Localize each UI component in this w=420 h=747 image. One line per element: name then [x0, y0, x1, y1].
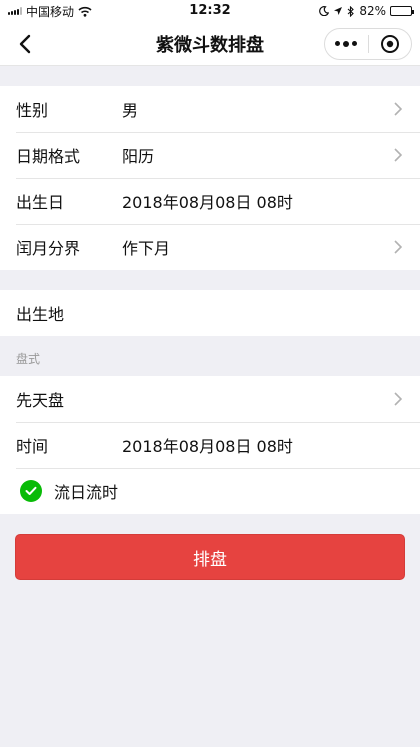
status-bar: 中国移动 12:32 82% — [0, 0, 420, 22]
date-format-label: 日期格式 — [16, 147, 81, 166]
gender-value: 男 — [122, 101, 139, 120]
gender-row[interactable]: 性别 男 — [0, 86, 420, 132]
chevron-right-icon — [394, 148, 406, 162]
moon-icon — [319, 6, 330, 16]
status-right: 82% — [319, 4, 414, 18]
birthplace-group: 出生地 — [0, 290, 420, 336]
liuri-label: 流日流时 — [54, 483, 119, 502]
battery-icon — [390, 6, 414, 16]
mini-program-capsule — [324, 28, 412, 60]
time-row[interactable]: 时间 2018年08月08日 08时 — [0, 422, 420, 468]
basic-info-group: 性别 男 日期格式 阳历 出生日 2018年08月08日 08时 闰月分界 作下… — [0, 86, 420, 270]
target-icon — [380, 35, 399, 53]
date-format-value: 阳历 — [122, 147, 155, 166]
birth-date-value: 2018年08月08日 08时 — [122, 193, 293, 212]
time-value: 2018年08月08日 08时 — [122, 437, 293, 456]
more-icon — [335, 41, 358, 47]
wifi-icon — [78, 6, 92, 17]
birth-date-row[interactable]: 出生日 2018年08月08日 08时 — [0, 178, 420, 224]
signal-icon — [8, 7, 22, 15]
checkmark-icon — [25, 486, 37, 495]
close-mini-program-button[interactable] — [369, 29, 412, 59]
liuri-checkbox[interactable] — [20, 480, 42, 502]
chart-type-row[interactable]: 先天盘 — [0, 376, 420, 422]
leap-month-label: 闰月分界 — [16, 239, 81, 258]
location-icon — [334, 7, 343, 15]
page-title: 紫微斗数排盘 — [156, 34, 264, 56]
status-left: 中国移动 — [8, 3, 92, 20]
nav-bar: 紫微斗数排盘 — [0, 22, 420, 66]
leap-month-value: 作下月 — [122, 239, 171, 258]
chevron-right-icon — [394, 392, 406, 406]
liuri-checkbox-row[interactable]: 流日流时 — [0, 468, 420, 514]
time-label: 时间 — [16, 437, 49, 456]
date-format-row[interactable]: 日期格式 阳历 — [0, 132, 420, 178]
chart-section-caption: 盘式 — [16, 352, 41, 366]
bluetooth-icon — [347, 5, 355, 17]
chart-settings-group: 先天盘 时间 2018年08月08日 08时 流日流时 — [0, 376, 420, 514]
submit-wrap: 排盘 — [0, 514, 420, 600]
leap-month-row[interactable]: 闰月分界 作下月 — [0, 224, 420, 270]
birthplace-row[interactable]: 出生地 — [0, 290, 420, 336]
back-button[interactable] — [10, 29, 40, 59]
chevron-right-icon — [394, 240, 406, 254]
gender-label: 性别 — [16, 101, 49, 120]
more-button[interactable] — [325, 29, 368, 59]
birth-date-label: 出生日 — [16, 193, 65, 212]
battery-percent: 82% — [359, 4, 386, 18]
birthplace-label: 出生地 — [16, 305, 65, 324]
chevron-right-icon — [394, 102, 406, 116]
submit-button[interactable]: 排盘 — [15, 534, 405, 580]
chevron-left-icon — [19, 34, 31, 54]
chart-type-label: 先天盘 — [16, 391, 65, 410]
carrier-label: 中国移动 — [26, 4, 75, 19]
